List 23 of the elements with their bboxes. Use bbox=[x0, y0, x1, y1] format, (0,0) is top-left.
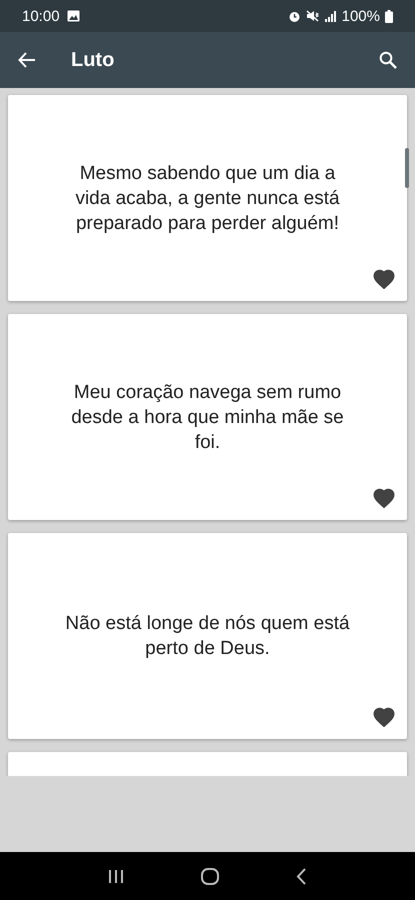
favorite-button[interactable] bbox=[373, 488, 395, 508]
signal-icon bbox=[324, 10, 337, 22]
battery-level: 100% bbox=[342, 8, 380, 24]
back-icon[interactable] bbox=[296, 868, 307, 884]
heart-icon bbox=[373, 707, 395, 727]
status-time: 10:00 bbox=[22, 8, 60, 24]
quote-text: Não está longe de nós quem está perto de Deus. bbox=[64, 612, 351, 661]
search-icon bbox=[379, 51, 397, 69]
battery-icon bbox=[385, 10, 393, 22]
heart-icon bbox=[373, 488, 395, 508]
back-arrow-icon bbox=[18, 51, 36, 69]
mute-icon bbox=[306, 10, 320, 22]
quote-text: Meu coração navega sem rumo desde a hora que minha mãe se foi. bbox=[70, 380, 345, 454]
recent-apps-icon[interactable] bbox=[108, 868, 124, 884]
heart-icon bbox=[373, 269, 395, 289]
image-icon bbox=[66, 10, 80, 22]
quote-text: Mesmo sabendo que um dia a vida acaba, a gente nunca está preparado para perder alguém! bbox=[74, 162, 341, 236]
home-icon[interactable] bbox=[200, 868, 219, 884]
alarm-icon bbox=[288, 10, 301, 22]
scrollbar bbox=[405, 148, 409, 188]
favorite-button[interactable] bbox=[373, 707, 395, 727]
screen-title: Luto bbox=[71, 48, 116, 72]
favorite-button[interactable] bbox=[373, 269, 395, 289]
